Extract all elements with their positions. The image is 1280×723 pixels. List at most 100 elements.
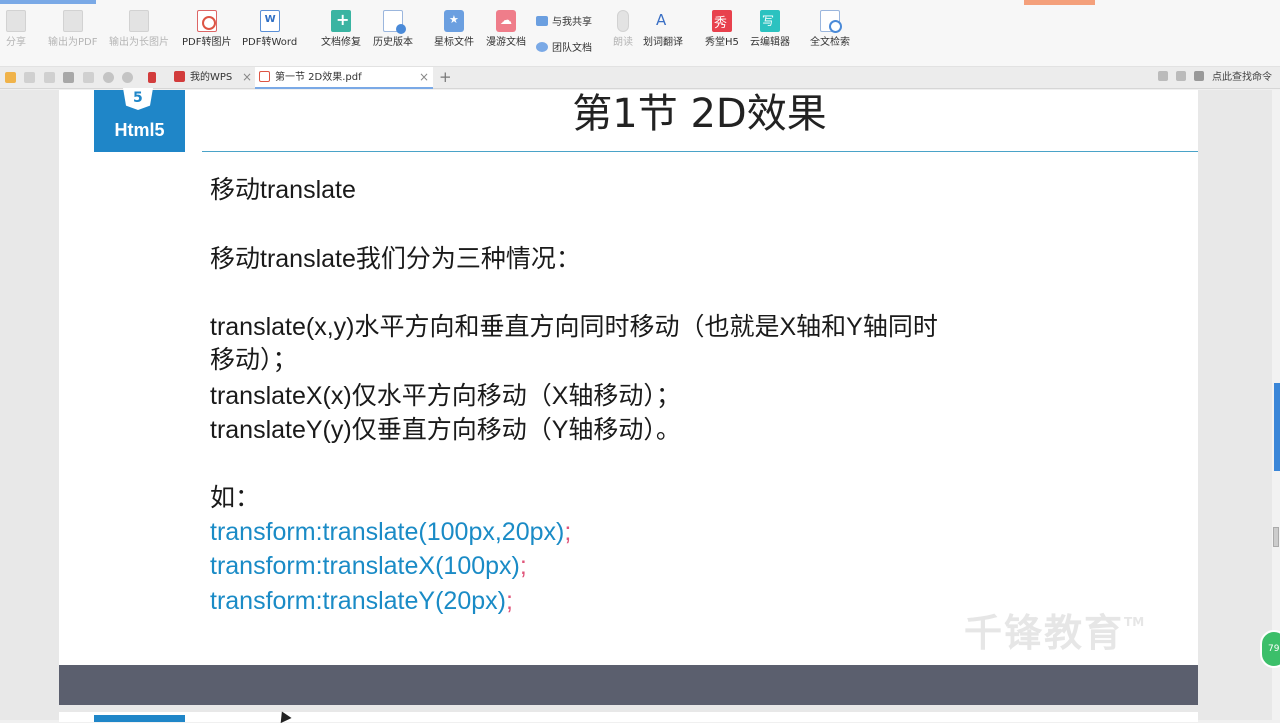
pdf-to-image-icon [196, 10, 217, 32]
html5-logo-text: Html5 [114, 120, 165, 140]
read-aloud-button[interactable]: 朗读 [613, 10, 633, 49]
xiutang-icon [711, 10, 732, 32]
new-tab-button[interactable]: + [439, 67, 452, 87]
document-repair-icon [331, 10, 351, 32]
side-panel-toggle[interactable] [1274, 383, 1280, 471]
history-version-icon [383, 10, 406, 34]
cloud-editor-button[interactable]: 云编辑器 [750, 10, 790, 49]
search-command-icon [1194, 71, 1204, 81]
document-repair-button[interactable]: 文档修复 [321, 10, 361, 49]
document-view[interactable]: Html5 第1节 2D效果 移动translate 移动translate我们… [0, 88, 1280, 722]
undo-icon[interactable] [103, 72, 114, 83]
ribbon-accent-bar-right [1024, 0, 1095, 5]
export-long-image-icon [129, 10, 149, 32]
code-line: transform:translateY(20px); [210, 584, 513, 618]
save-as-icon[interactable] [44, 72, 55, 83]
case-translatey-line: translateY(y)仅垂直方向移动（Y轴移动）。 [210, 416, 681, 444]
pdf-page: Html5 第1节 2D效果 移动translate 移动translate我们… [59, 88, 1198, 665]
tab-pdf-document[interactable]: 第一节 2D效果.pdf [255, 67, 433, 89]
wps-logo-icon [174, 71, 185, 82]
full-text-search-button[interactable]: 全文检索 [810, 10, 850, 49]
print-preview-icon[interactable] [83, 72, 94, 83]
starred-folder-icon [444, 10, 464, 32]
history-version-label: 历史版本 [373, 37, 413, 48]
share-with-me-icon [536, 16, 548, 26]
feedback-icon[interactable] [1176, 71, 1186, 81]
share-with-me-button[interactable]: 与我共享 [536, 13, 592, 28]
read-aloud-label: 朗读 [613, 37, 633, 48]
document-repair-label: 文档修复 [321, 37, 361, 48]
example-label: 如： [210, 484, 261, 512]
roaming-docs-label: 漫游文档 [486, 37, 526, 48]
intro-line: 移动translate我们分为三种情况： [210, 245, 581, 273]
case-translate-line: translate(x,y)水平方向和垂直方向同时移动（也就是X轴和Y轴同时 [210, 313, 938, 341]
starred-files-label: 星标文件 [434, 37, 474, 48]
redo-icon[interactable] [122, 72, 133, 83]
xiutang-h5-label: 秀堂H5 [705, 37, 739, 48]
share-label: 分享 [6, 37, 26, 48]
word-translate-button[interactable]: 划词翻译 [643, 10, 683, 49]
tab-pdf-close-icon[interactable]: × [419, 67, 429, 88]
tab-pdf-document-label: 第一节 2D效果.pdf [275, 72, 362, 83]
section-heading: 移动translate [210, 176, 356, 204]
case-translate-line-cont: 移动）； [210, 346, 298, 374]
ribbon-accent-bar [0, 0, 96, 4]
tab-my-wps-label: 我的WPS [190, 72, 233, 83]
tab-my-wps-close-icon[interactable]: × [242, 67, 252, 88]
scrollbar-thumb[interactable] [1273, 527, 1279, 547]
roaming-docs-button[interactable]: 漫游文档 [486, 10, 526, 49]
export-long-image-label: 输出为长图片 [109, 37, 169, 48]
search-command-label[interactable]: 点此查找命令 [1212, 72, 1272, 83]
open-folder-icon[interactable] [5, 72, 16, 83]
cloud-editor-icon [760, 10, 780, 32]
case-translatex-line: translateX(x)仅水平方向移动（X轴移动）； [210, 382, 681, 410]
slide-title: 第1节 2D效果 [572, 91, 827, 137]
export-pdf-button[interactable]: 输出为PDF [48, 10, 97, 49]
tab-my-wps[interactable]: 我的WPS [168, 67, 238, 89]
team-docs-icon [536, 42, 548, 52]
code-line: transform:translateX(100px); [210, 549, 527, 583]
right-quick-tools: 点此查找命令 [1158, 67, 1272, 88]
watermark-text: 千锋教育 [964, 611, 1125, 655]
watermark-trademark: TM [1124, 615, 1145, 629]
print-icon[interactable] [63, 72, 74, 83]
team-docs-label: 团队文档 [552, 43, 592, 54]
export-pdf-icon [62, 10, 83, 32]
roaming-folder-icon [496, 10, 516, 32]
full-text-search-icon [820, 10, 842, 33]
pdf-to-word-icon [259, 10, 280, 32]
export-long-image-button[interactable]: 输出为长图片 [109, 10, 169, 49]
code-semicolon: ; [505, 587, 513, 615]
document-tab-bar: 我的WPS × 第一节 2D效果.pdf × + 点此查找命令 [0, 67, 1280, 89]
html5-shield-icon [123, 88, 153, 110]
translate-icon [653, 10, 673, 32]
xiutang-h5-button[interactable]: 秀堂H5 [705, 10, 739, 49]
floating-assistant-badge[interactable]: 79 [1260, 630, 1280, 668]
next-pdf-page [59, 712, 1198, 722]
code-line: transform:translate(100px,20px); [210, 515, 571, 549]
next-page-logo [94, 715, 185, 722]
starred-files-button[interactable]: 星标文件 [434, 10, 474, 49]
history-version-button[interactable]: 历史版本 [373, 10, 413, 49]
customize-dropdown-icon[interactable] [148, 72, 156, 83]
code-semicolon: ; [564, 518, 572, 546]
pdf-to-word-button[interactable]: PDF转Word [242, 10, 297, 49]
code-text: transform:translateX(100px) [210, 552, 520, 580]
html5-logo: Html5 [94, 88, 185, 152]
share-button[interactable]: 分享 [6, 10, 26, 49]
pdf-to-image-label: PDF转图片 [182, 37, 232, 48]
team-docs-button[interactable]: 团队文档 [536, 39, 592, 54]
share-icon [6, 10, 26, 32]
brand-watermark: 千锋教育TM [964, 602, 1144, 657]
cloud-editor-label: 云编辑器 [750, 37, 790, 48]
code-text: transform:translateY(20px) [210, 587, 506, 615]
share-with-me-label: 与我共享 [552, 17, 592, 28]
microphone-icon [617, 10, 629, 32]
ribbon-toolbar: 分享 输出为PDF 输出为长图片 PDF转图片 PDF转Word 文档修复 历史… [0, 0, 1280, 67]
pdf-to-image-button[interactable]: PDF转图片 [182, 10, 231, 49]
skin-icon[interactable] [1158, 71, 1168, 81]
save-icon[interactable] [24, 72, 35, 83]
pdf-to-word-label: PDF转Word [242, 37, 298, 48]
pdf-file-icon [259, 71, 270, 82]
code-text: transform:translate(100px,20px) [210, 518, 565, 546]
